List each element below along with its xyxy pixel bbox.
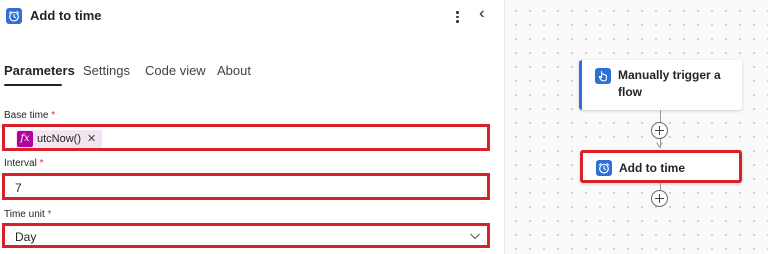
time-unit-label: Time unit * xyxy=(4,209,51,221)
tab-settings[interactable]: Settings xyxy=(83,62,130,80)
token-label: utcNow() xyxy=(37,133,82,145)
interval-label: Interval * xyxy=(4,158,43,170)
time-unit-label-text: Time unit xyxy=(4,209,45,220)
required-mark: * xyxy=(39,158,44,169)
interval-value: 7 xyxy=(15,181,22,195)
trigger-card-title: Manually trigger a flow xyxy=(618,68,721,99)
base-time-field[interactable]: fx utcNow() ✕ xyxy=(2,124,490,151)
alarm-clock-icon xyxy=(596,160,612,176)
interval-label-text: Interval xyxy=(4,158,37,169)
remove-token-icon[interactable]: ✕ xyxy=(87,131,96,147)
base-time-label-text: Base time xyxy=(4,110,49,121)
plus-circle-icon[interactable] xyxy=(651,190,668,207)
action-details-panel: Add to time ‹‹ Parameters Settings Code … xyxy=(0,0,504,254)
panel-title: Add to time xyxy=(30,8,102,23)
double-chevron-left-icon[interactable]: ‹‹ xyxy=(479,4,483,24)
flow-canvas[interactable] xyxy=(505,0,768,254)
panel-header: Add to time ‹‹ xyxy=(0,0,504,34)
time-unit-value: Day xyxy=(15,230,37,244)
tab-code-view[interactable]: Code view xyxy=(145,62,206,80)
time-unit-dropdown[interactable]: Day xyxy=(2,223,490,248)
more-vertical-icon[interactable] xyxy=(451,6,463,26)
utcnow-token[interactable]: fx utcNow() ✕ xyxy=(16,130,103,148)
alarm-clock-icon xyxy=(6,8,22,24)
required-mark: * xyxy=(51,110,56,121)
tab-bar: Parameters Settings Code view About xyxy=(0,62,504,88)
connector-arrow-icon xyxy=(656,142,663,148)
chevron-down-icon[interactable] xyxy=(469,230,481,242)
required-mark: * xyxy=(47,209,52,220)
interval-field[interactable]: 7 xyxy=(2,173,490,200)
add-to-time-card-title: Add to time xyxy=(619,161,685,175)
tab-about[interactable]: About xyxy=(217,62,251,80)
tab-parameters[interactable]: Parameters xyxy=(4,62,75,80)
trigger-card[interactable]: Manually trigger a flow xyxy=(579,60,742,110)
fx-icon: fx xyxy=(17,131,33,147)
active-tab-indicator xyxy=(4,84,62,86)
plus-circle-icon[interactable] xyxy=(651,122,668,139)
add-to-time-card[interactable]: Add to time xyxy=(580,150,742,183)
hand-touch-icon xyxy=(595,68,611,84)
base-time-label: Base time * xyxy=(4,110,55,122)
